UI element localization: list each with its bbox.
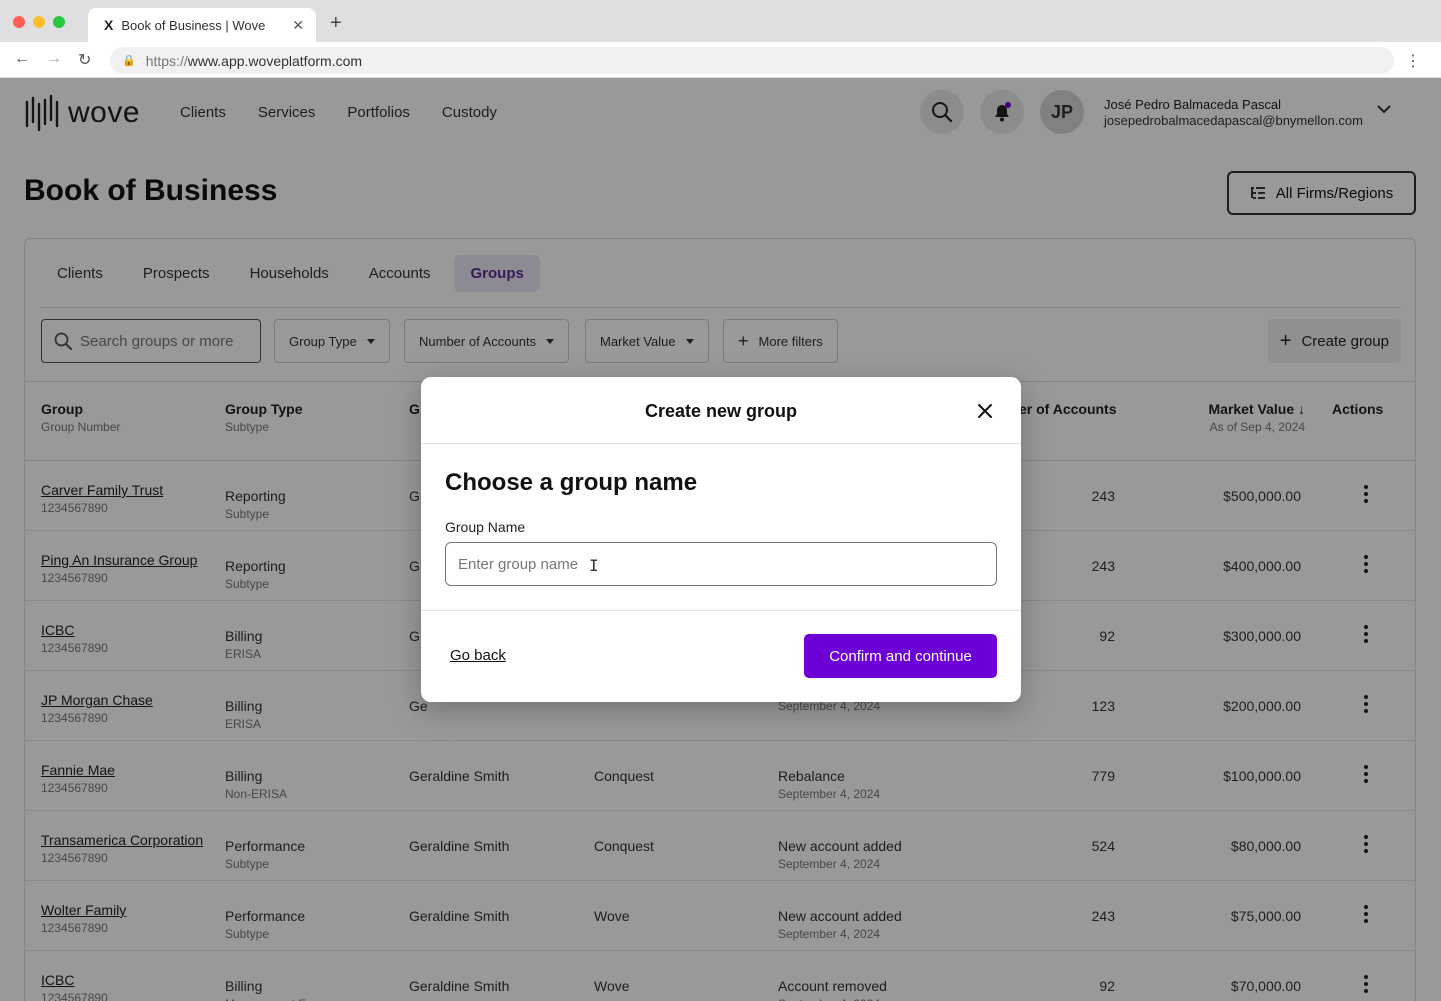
close-icon[interactable] (977, 403, 993, 419)
browser-tab[interactable]: X Book of Business | Wove ✕ (88, 8, 316, 42)
modal-heading: Choose a group name (445, 469, 698, 496)
forward-icon[interactable]: → (46, 50, 62, 68)
modal-footer-divider (421, 610, 1021, 611)
go-back-link[interactable]: Go back (450, 647, 506, 664)
text-cursor-icon: I (589, 556, 599, 575)
browser-tab-title: Book of Business | Wove (121, 17, 266, 33)
lock-icon: 🔒 (122, 55, 136, 67)
browser-address-bar: ← → ↻ 🔒 https:// www.app.woveplatform.co… (0, 42, 1441, 78)
wove-favicon-icon: X (104, 17, 114, 33)
group-name-label: Group Name (445, 519, 526, 535)
back-icon[interactable]: ← (14, 50, 30, 68)
url-field[interactable]: 🔒 https:// www.app.woveplatform.com (110, 47, 1394, 74)
window-maximize-control[interactable] (53, 16, 65, 28)
new-tab-icon[interactable]: + (330, 12, 342, 35)
browser-tab-bar: X Book of Business | Wove ✕ + (0, 0, 1441, 42)
group-name-input[interactable] (445, 542, 997, 586)
create-group-modal: Create new group Choose a group name Gro… (421, 377, 1021, 702)
url-protocol: https:// (145, 52, 188, 69)
confirm-and-continue-button[interactable]: Confirm and continue (804, 634, 997, 678)
modal-header: Create new group (421, 377, 1021, 444)
modal-title: Create new group (644, 401, 798, 421)
tab-close-icon[interactable]: ✕ (292, 17, 304, 34)
window-close-control[interactable] (13, 16, 25, 28)
reload-icon[interactable]: ↻ (78, 50, 91, 70)
window-minimize-control[interactable] (33, 16, 45, 28)
browser-menu-icon[interactable]: ⋮ (1405, 51, 1421, 71)
url-host: www.app.woveplatform.com (187, 52, 363, 69)
